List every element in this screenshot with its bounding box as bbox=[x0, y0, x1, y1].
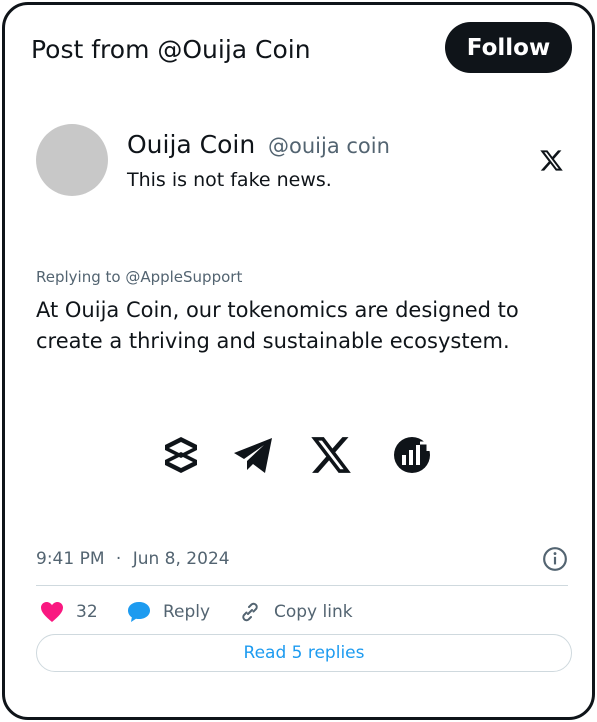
author-name[interactable]: Ouija Coin bbox=[127, 130, 255, 160]
dexscreener-icon[interactable] bbox=[390, 433, 434, 477]
copy-link-label: Copy link bbox=[274, 602, 353, 622]
post-time: 9:41 PM bbox=[36, 549, 105, 569]
replying-to: Replying to @AppleSupport bbox=[36, 268, 243, 286]
author-bio: This is not fake news. bbox=[127, 169, 332, 191]
avatar[interactable] bbox=[36, 124, 108, 196]
post-date: Jun 8, 2024 bbox=[132, 549, 230, 569]
dextools-icon[interactable] bbox=[159, 433, 203, 477]
link-icon bbox=[242, 602, 258, 622]
copy-link-button[interactable]: Copy link bbox=[238, 599, 353, 625]
follow-button[interactable]: Follow bbox=[445, 22, 572, 73]
x-logo-icon[interactable] bbox=[539, 148, 564, 173]
reply-label: Reply bbox=[163, 602, 211, 622]
like-button[interactable]: 32 bbox=[40, 599, 98, 625]
author-handle[interactable]: @ouija coin bbox=[268, 133, 390, 159]
telegram-icon[interactable] bbox=[231, 433, 275, 477]
reply-button[interactable]: Reply bbox=[127, 599, 210, 625]
post-timestamp[interactable]: 9:41 PM · Jun 8, 2024 bbox=[36, 547, 230, 571]
post-card: Post from @Ouija Coin Follow Ouija Coin … bbox=[2, 2, 595, 720]
info-icon[interactable] bbox=[542, 546, 568, 572]
post-text: At Ouija Coin, our tokenomics are design… bbox=[36, 298, 519, 353]
timestamp-separator: · bbox=[115, 549, 122, 569]
reply-bubble-icon bbox=[128, 602, 150, 622]
x-logo-icon[interactable] bbox=[309, 433, 353, 477]
divider bbox=[36, 585, 568, 586]
heart-icon bbox=[41, 602, 63, 622]
read-replies-button[interactable]: Read 5 replies bbox=[36, 634, 572, 672]
social-icons-row bbox=[5, 433, 597, 481]
like-count: 32 bbox=[76, 602, 98, 622]
page-title: Post from @Ouija Coin bbox=[31, 35, 311, 64]
